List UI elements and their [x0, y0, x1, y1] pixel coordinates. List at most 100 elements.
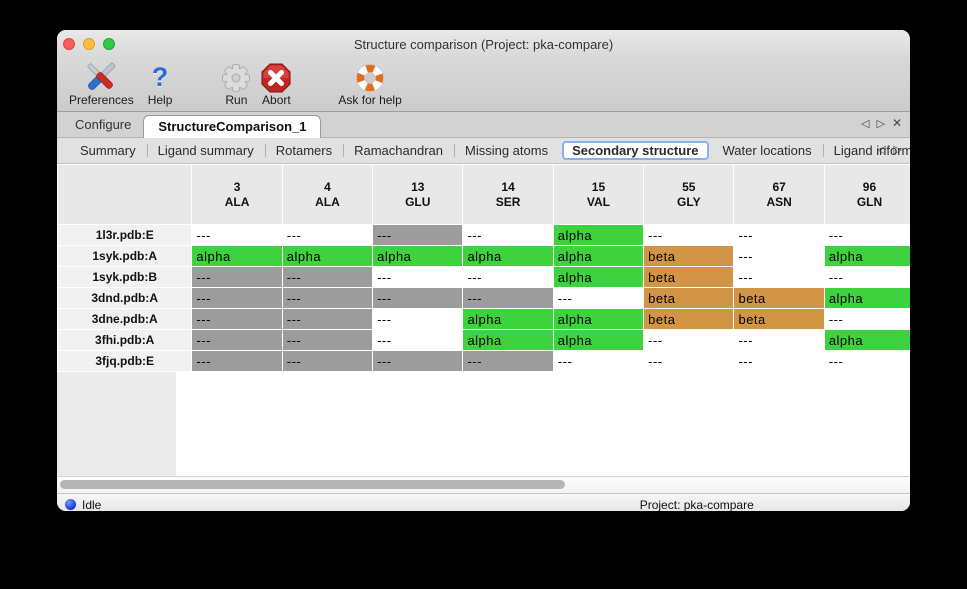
tab-scroll-left-icon[interactable]: ◁: [861, 117, 869, 130]
structure-cell[interactable]: ---: [192, 309, 282, 330]
structure-cell[interactable]: ---: [734, 246, 824, 267]
subtab-rotamers[interactable]: Rotamers: [265, 141, 343, 160]
subtab-scroll-left-icon[interactable]: ◁: [877, 143, 885, 156]
column-header-cell: 55GLY: [644, 165, 734, 225]
structure-cell[interactable]: alpha: [463, 330, 553, 351]
structure-cell[interactable]: ---: [644, 225, 734, 246]
horizontal-scrollbar[interactable]: [57, 476, 910, 493]
subtab-summary[interactable]: Summary: [69, 141, 147, 160]
structure-cell[interactable]: ---: [644, 330, 734, 351]
column-header-cell: 14SER: [463, 165, 553, 225]
title-bar: Structure comparison (Project: pka-compa…: [57, 30, 910, 58]
structure-cell[interactable]: alpha: [553, 267, 643, 288]
subtab-water-locations[interactable]: Water locations: [712, 141, 823, 160]
structure-cell[interactable]: alpha: [373, 246, 463, 267]
structure-cell[interactable]: beta: [644, 288, 734, 309]
tab-scroll-right-icon[interactable]: ▷: [876, 117, 884, 130]
structure-cell[interactable]: ---: [824, 267, 910, 288]
structure-cell[interactable]: alpha: [553, 246, 643, 267]
structure-cell[interactable]: ---: [373, 330, 463, 351]
structure-cell[interactable]: alpha: [553, 225, 643, 246]
structure-cell[interactable]: ---: [282, 351, 372, 372]
row-label-cell[interactable]: 3fjq.pdb:E: [58, 351, 192, 372]
run-button[interactable]: Run: [220, 61, 252, 107]
structure-cell[interactable]: ---: [463, 267, 553, 288]
structure-cell[interactable]: alpha: [463, 309, 553, 330]
status-indicator-icon: [65, 499, 76, 510]
abort-stop-icon: [260, 61, 292, 94]
subtab-ligand-summary[interactable]: Ligand summary: [147, 141, 265, 160]
subtab-scroll-right-icon[interactable]: ▷: [894, 143, 902, 156]
structure-cell[interactable]: ---: [373, 225, 463, 246]
structure-cell[interactable]: ---: [824, 351, 910, 372]
preferences-tools-icon: [84, 61, 118, 94]
preferences-button[interactable]: Preferences: [69, 61, 134, 107]
structure-cell[interactable]: ---: [373, 309, 463, 330]
run-gear-icon: [220, 61, 252, 94]
row-label-cell[interactable]: 1syk.pdb:A: [58, 246, 192, 267]
structure-cell[interactable]: ---: [734, 351, 824, 372]
status-text: Idle: [82, 498, 101, 512]
structure-cell[interactable]: ---: [192, 288, 282, 309]
structure-cell[interactable]: ---: [192, 330, 282, 351]
structure-cell[interactable]: ---: [463, 351, 553, 372]
structure-cell[interactable]: ---: [824, 225, 910, 246]
subtab-missing-atoms[interactable]: Missing atoms: [454, 141, 559, 160]
structure-cell[interactable]: ---: [734, 225, 824, 246]
zoom-window-button[interactable]: [103, 38, 115, 50]
row-label-cell[interactable]: 3fhi.pdb:A: [58, 330, 192, 351]
help-button[interactable]: ? Help: [148, 61, 173, 107]
structure-cell[interactable]: alpha: [282, 246, 372, 267]
structure-cell[interactable]: ---: [282, 288, 372, 309]
close-window-button[interactable]: [63, 38, 75, 50]
structure-cell[interactable]: beta: [644, 246, 734, 267]
structure-cell[interactable]: ---: [734, 267, 824, 288]
structure-cell[interactable]: alpha: [824, 246, 910, 267]
structure-cell[interactable]: alpha: [553, 330, 643, 351]
row-label-cell[interactable]: 1l3r.pdb:E: [58, 225, 192, 246]
horizontal-scrollbar-thumb[interactable]: [60, 480, 565, 489]
table-row: 3dnd.pdb:A---------------betabetaalphaal…: [58, 288, 911, 309]
structure-cell[interactable]: ---: [373, 267, 463, 288]
subtab-secondary-structure[interactable]: Secondary structure: [562, 141, 708, 160]
structure-cell[interactable]: ---: [282, 309, 372, 330]
structure-cell[interactable]: alpha: [824, 288, 910, 309]
structure-cell[interactable]: ---: [463, 288, 553, 309]
structure-cell[interactable]: ---: [463, 225, 553, 246]
structure-cell[interactable]: ---: [282, 330, 372, 351]
structure-cell[interactable]: ---: [373, 351, 463, 372]
structure-cell[interactable]: beta: [644, 309, 734, 330]
structure-cell[interactable]: beta: [734, 288, 824, 309]
structure-cell[interactable]: alpha: [824, 330, 910, 351]
structure-cell[interactable]: ---: [192, 225, 282, 246]
structure-cell[interactable]: beta: [644, 267, 734, 288]
tab-close-icon[interactable]: ✕: [892, 116, 902, 130]
subtab-ramachandran[interactable]: Ramachandran: [343, 141, 454, 160]
abort-button[interactable]: Abort: [260, 61, 292, 107]
structure-cell[interactable]: alpha: [553, 309, 643, 330]
tab-configure[interactable]: Configure: [75, 114, 143, 137]
structure-cell[interactable]: ---: [734, 330, 824, 351]
structure-cell[interactable]: ---: [282, 267, 372, 288]
structure-cell[interactable]: ---: [824, 309, 910, 330]
tab-structure-comparison-1[interactable]: StructureComparison_1: [143, 115, 321, 138]
ask-for-help-label: Ask for help: [338, 94, 401, 107]
structure-cell[interactable]: alpha: [192, 246, 282, 267]
row-label-cell[interactable]: 3dne.pdb:A: [58, 309, 192, 330]
structure-cell[interactable]: ---: [553, 288, 643, 309]
structure-cell[interactable]: ---: [192, 351, 282, 372]
minimize-window-button[interactable]: [83, 38, 95, 50]
structure-cell[interactable]: ---: [282, 225, 372, 246]
status-bar: Idle Project: pka-compare: [57, 493, 910, 511]
structure-cell[interactable]: alpha: [463, 246, 553, 267]
ask-for-help-button[interactable]: Ask for help: [338, 61, 401, 107]
row-label-cell[interactable]: 1syk.pdb:B: [58, 267, 192, 288]
structure-cell[interactable]: beta: [734, 309, 824, 330]
structure-cell[interactable]: ---: [373, 288, 463, 309]
structure-cell[interactable]: ---: [192, 267, 282, 288]
structure-cell[interactable]: ---: [553, 351, 643, 372]
table-row: 3dne.pdb:A---------alphaalphabetabeta---…: [58, 309, 911, 330]
row-label-cell[interactable]: 3dnd.pdb:A: [58, 288, 192, 309]
window-title: Structure comparison (Project: pka-compa…: [354, 37, 613, 52]
structure-cell[interactable]: ---: [644, 351, 734, 372]
